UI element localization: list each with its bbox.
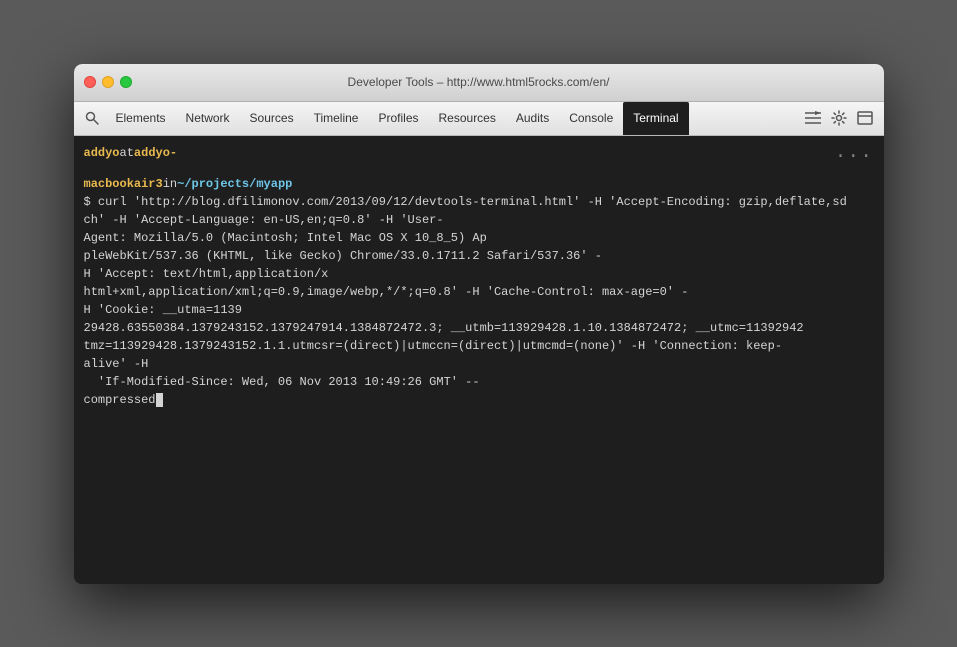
username: addyo: [84, 144, 120, 171]
dock-icon[interactable]: [854, 107, 876, 129]
in-separator: in: [163, 175, 177, 193]
minimize-button[interactable]: [102, 76, 114, 88]
toolbar: Elements Network Sources Timeline Profil…: [74, 102, 884, 136]
prompt-line: addyo at addyo-: [84, 144, 178, 171]
current-path: ~/projects/myapp: [177, 175, 292, 193]
prompt-line-2: macbookair3 in ~/projects/myapp: [84, 175, 874, 193]
tab-elements[interactable]: Elements: [106, 102, 176, 135]
tab-resources[interactable]: Resources: [429, 102, 506, 135]
hostname: addyo-: [134, 144, 177, 171]
devtools-window: Developer Tools – http://www.html5rocks.…: [74, 64, 884, 584]
gear-icon[interactable]: [828, 107, 850, 129]
terminal-area[interactable]: addyo at addyo- ··· macbookair3 in ~/pro…: [74, 136, 884, 584]
tab-terminal[interactable]: Terminal: [623, 102, 688, 135]
toolbar-right: [802, 107, 876, 129]
tab-profiles[interactable]: Profiles: [368, 102, 428, 135]
terminal-options-dots[interactable]: ···: [835, 144, 873, 171]
hostname-cont: macbookair3: [84, 175, 163, 193]
terminal-cursor: [156, 393, 163, 407]
titlebar: Developer Tools – http://www.html5rocks.…: [74, 64, 884, 102]
search-icon[interactable]: [82, 108, 102, 128]
maximize-button[interactable]: [120, 76, 132, 88]
tab-console[interactable]: Console: [559, 102, 623, 135]
tab-timeline[interactable]: Timeline: [304, 102, 369, 135]
at-separator: at: [120, 144, 134, 171]
tab-sources[interactable]: Sources: [240, 102, 304, 135]
tab-audits[interactable]: Audits: [506, 102, 559, 135]
traffic-lights: [84, 76, 132, 88]
close-button[interactable]: [84, 76, 96, 88]
terminal-output: $ curl 'http://blog.dfilimonov.com/2013/…: [84, 193, 874, 409]
tab-network[interactable]: Network: [176, 102, 240, 135]
window-title: Developer Tools – http://www.html5rocks.…: [348, 75, 610, 89]
list-view-button[interactable]: [802, 107, 824, 129]
terminal-header: addyo at addyo- ···: [84, 144, 874, 171]
nav-tabs: Elements Network Sources Timeline Profil…: [106, 102, 689, 135]
